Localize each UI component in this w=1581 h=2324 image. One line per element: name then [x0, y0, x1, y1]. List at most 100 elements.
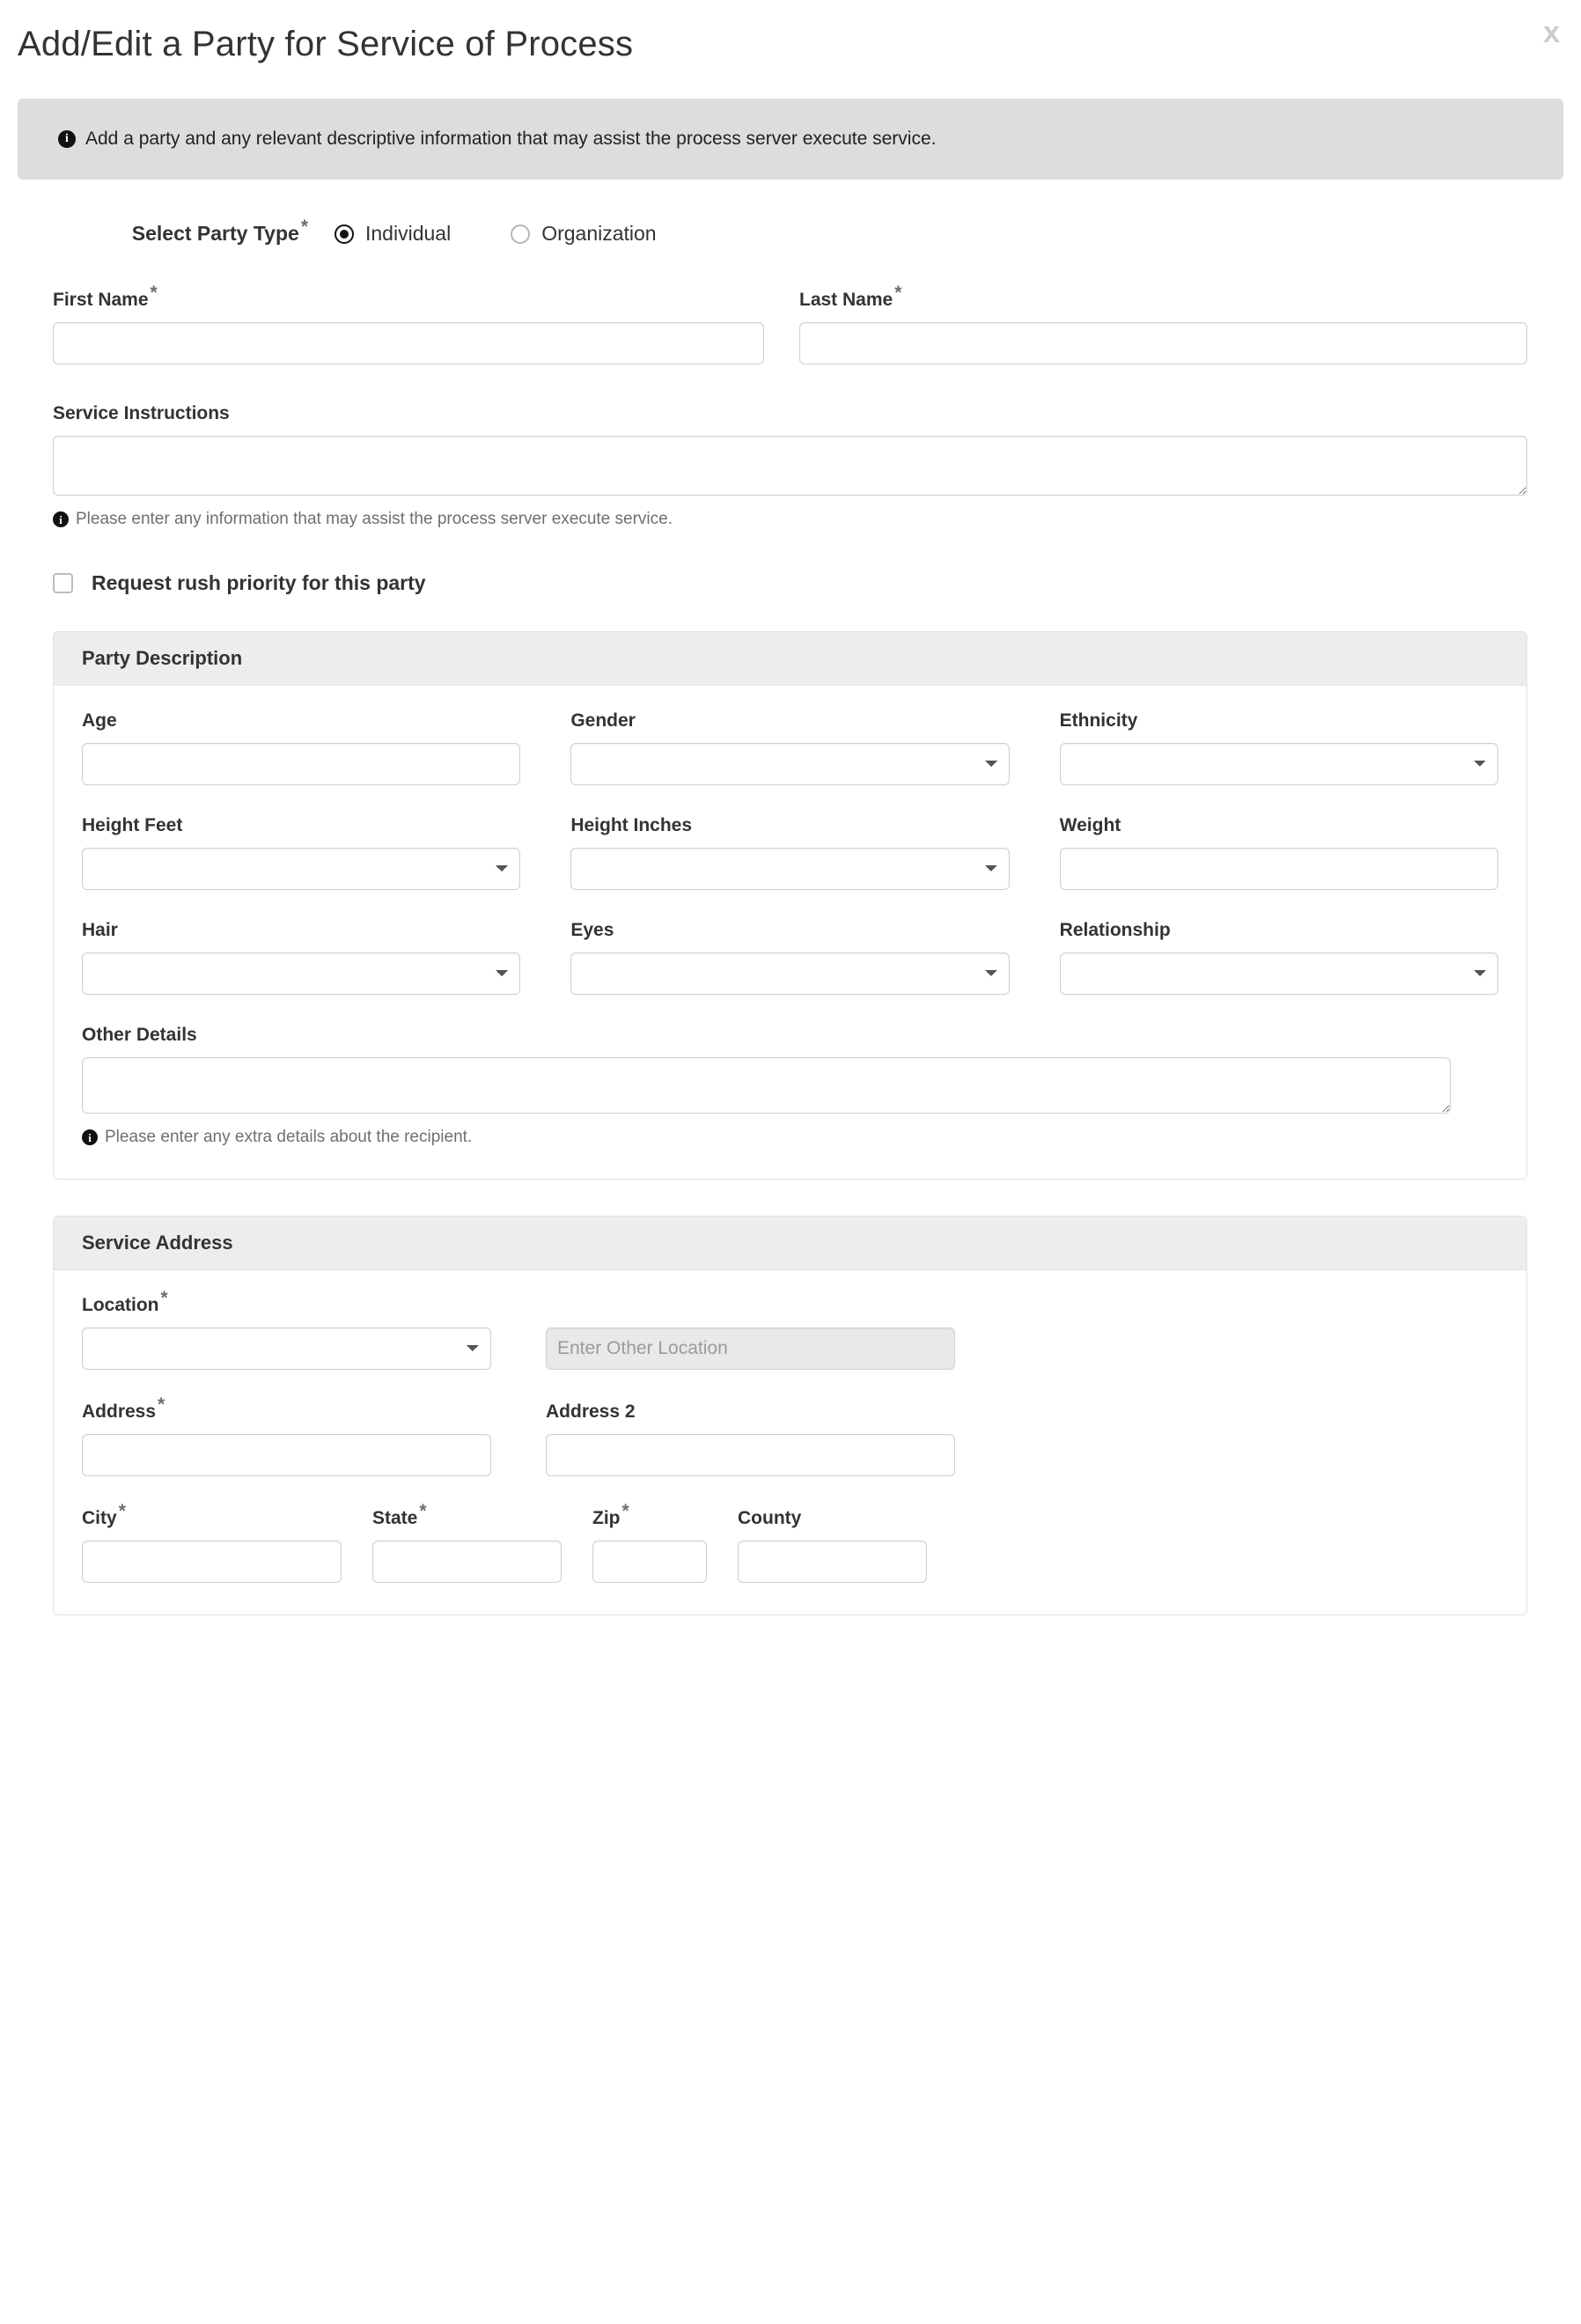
required-asterisk: *	[161, 1288, 168, 1308]
party-type-label-text: Select Party Type	[132, 222, 299, 245]
radio-option-organization[interactable]: Organization	[511, 222, 656, 246]
radio-individual-icon[interactable]	[335, 224, 354, 244]
other-location-group	[546, 1295, 955, 1370]
county-label-text: County	[738, 1508, 801, 1528]
weight-group: Weight	[1060, 815, 1498, 890]
party-description-panel-title: Party Description	[54, 632, 1526, 686]
radio-organization-icon[interactable]	[511, 224, 530, 244]
address2-input[interactable]	[546, 1434, 955, 1476]
gender-group: Gender	[570, 710, 1009, 785]
required-asterisk: *	[301, 217, 308, 237]
state-input[interactable]	[372, 1541, 562, 1583]
party-description-panel: Party Description Age Gender Ethnicity	[53, 631, 1527, 1180]
close-icon[interactable]: x	[1543, 18, 1560, 48]
service-address-row-city-state-zip-county: City* State* Zip* County	[82, 1508, 1498, 1583]
first-name-label: First Name*	[53, 290, 764, 311]
city-label: City*	[82, 1508, 342, 1529]
eyes-group: Eyes	[570, 920, 1009, 995]
required-asterisk: *	[119, 1501, 126, 1521]
info-icon: i	[58, 130, 76, 148]
location-select[interactable]	[82, 1327, 491, 1370]
ethnicity-label: Ethnicity	[1060, 710, 1498, 732]
gender-label: Gender	[570, 710, 1009, 732]
party-type-label: Select Party Type*	[35, 222, 335, 246]
info-alert-banner: i Add a party and any relevant descripti…	[18, 99, 1563, 180]
other-details-textarea[interactable]	[82, 1057, 1451, 1114]
name-row: First Name* Last Name*	[18, 290, 1563, 364]
service-instructions-help-text: Please enter any information that may as…	[76, 510, 673, 529]
info-alert-text: Add a party and any relevant descriptive…	[85, 129, 936, 150]
other-details-help: i Please enter any extra details about t…	[82, 1128, 1498, 1147]
party-type-row: Select Party Type* Individual Organizati…	[18, 222, 1563, 246]
relationship-label: Relationship	[1060, 920, 1498, 941]
zip-input[interactable]	[592, 1541, 707, 1583]
height-feet-group: Height Feet	[82, 815, 520, 890]
height-feet-select[interactable]	[82, 848, 520, 890]
eyes-select[interactable]	[570, 952, 1009, 995]
age-input[interactable]	[82, 743, 520, 785]
zip-group: Zip*	[592, 1508, 707, 1583]
party-description-row-3: Hair Eyes Relationship	[82, 920, 1498, 995]
hair-group: Hair	[82, 920, 520, 995]
state-group: State*	[372, 1508, 562, 1583]
other-details-help-text: Please enter any extra details about the…	[105, 1128, 472, 1147]
other-location-input[interactable]	[546, 1327, 955, 1370]
county-input[interactable]	[738, 1541, 927, 1583]
required-asterisk: *	[622, 1501, 629, 1521]
relationship-group: Relationship	[1060, 920, 1498, 995]
party-type-radio-group: Individual Organization	[335, 222, 717, 246]
service-instructions-label: Service Instructions	[53, 403, 1527, 424]
city-input[interactable]	[82, 1541, 342, 1583]
city-label-text: City	[82, 1508, 117, 1528]
relationship-select[interactable]	[1060, 952, 1498, 995]
service-address-row-address: Address* Address 2	[82, 1401, 1498, 1476]
first-name-input[interactable]	[53, 322, 764, 364]
service-instructions-textarea[interactable]	[53, 436, 1527, 496]
ethnicity-group: Ethnicity	[1060, 710, 1498, 785]
age-label: Age	[82, 710, 520, 732]
service-instructions-help: i Please enter any information that may …	[53, 510, 1527, 529]
other-details-group: Other Details i Please enter any extra d…	[82, 1025, 1498, 1147]
county-group: County	[738, 1508, 927, 1583]
required-asterisk: *	[419, 1501, 426, 1521]
zip-label: Zip*	[592, 1508, 707, 1529]
required-asterisk: *	[158, 1394, 165, 1415]
service-instructions-group: Service Instructions i Please enter any …	[53, 403, 1527, 529]
info-icon: i	[53, 511, 69, 527]
party-description-row-2: Height Feet Height Inches Weight	[82, 815, 1498, 890]
address-label: Address*	[82, 1401, 491, 1423]
hair-label: Hair	[82, 920, 520, 941]
radio-option-individual[interactable]: Individual	[335, 222, 451, 246]
address2-label: Address 2	[546, 1401, 955, 1423]
party-description-row-1: Age Gender Ethnicity	[82, 710, 1498, 785]
page-title: Add/Edit a Party for Service of Process	[18, 25, 633, 63]
location-label-text: Location	[82, 1295, 159, 1315]
service-address-row-location: Location*	[82, 1295, 1498, 1370]
location-label: Location*	[82, 1295, 491, 1316]
zip-label-text: Zip	[592, 1508, 621, 1528]
state-label-text: State	[372, 1508, 417, 1528]
ethnicity-select[interactable]	[1060, 743, 1498, 785]
info-icon: i	[82, 1129, 98, 1145]
weight-input[interactable]	[1060, 848, 1498, 890]
last-name-group: Last Name*	[799, 290, 1527, 364]
required-asterisk: *	[151, 283, 158, 303]
other-details-label: Other Details	[82, 1025, 1498, 1046]
hair-select[interactable]	[82, 952, 520, 995]
required-asterisk: *	[894, 283, 901, 303]
address-group: Address*	[82, 1401, 491, 1476]
service-address-panel: Service Address Location* Address*	[53, 1216, 1527, 1615]
age-group: Age	[82, 710, 520, 785]
gender-select[interactable]	[570, 743, 1009, 785]
first-name-group: First Name*	[53, 290, 764, 364]
rush-priority-row[interactable]: Request rush priority for this party	[53, 571, 1563, 595]
rush-priority-label: Request rush priority for this party	[92, 571, 426, 595]
height-inches-select[interactable]	[570, 848, 1009, 890]
rush-priority-checkbox[interactable]	[53, 573, 73, 593]
address-input[interactable]	[82, 1434, 491, 1476]
radio-individual-label: Individual	[365, 222, 451, 246]
eyes-label: Eyes	[570, 920, 1009, 941]
state-label: State*	[372, 1508, 562, 1529]
city-group: City*	[82, 1508, 342, 1583]
last-name-input[interactable]	[799, 322, 1527, 364]
